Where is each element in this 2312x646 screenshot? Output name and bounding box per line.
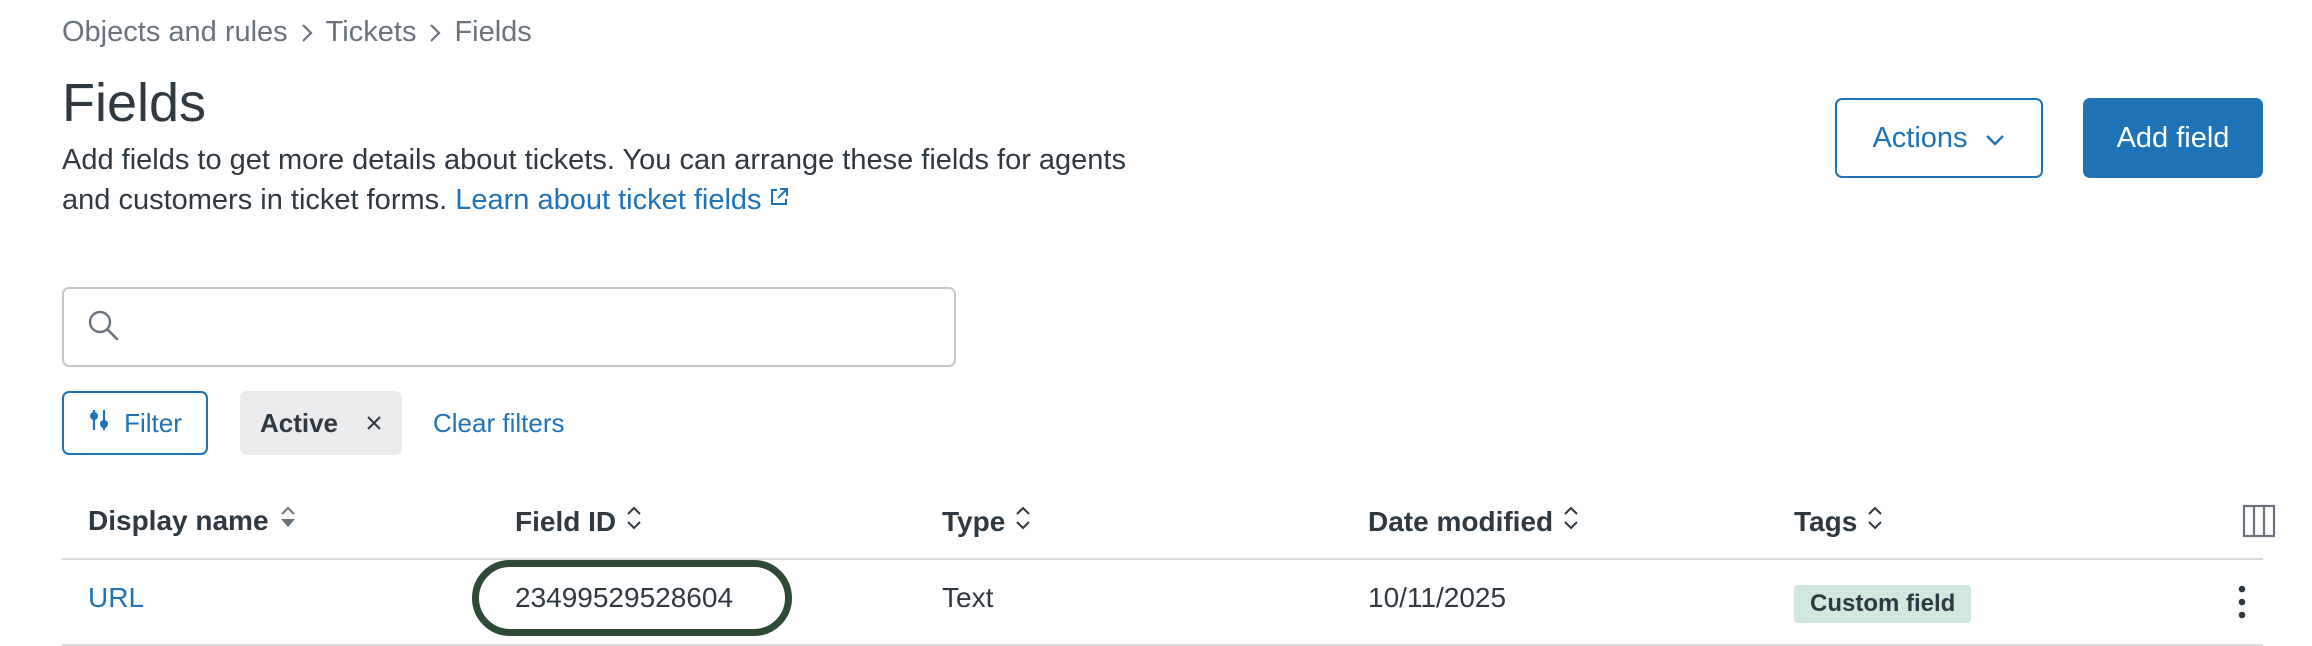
column-header-date-modified[interactable]: Date modified xyxy=(1368,504,1581,539)
learn-link-label: Learn about ticket fields xyxy=(455,184,762,216)
breadcrumb-tickets[interactable]: Tickets xyxy=(326,16,417,49)
chevron-down-icon xyxy=(1984,122,2006,155)
actions-dropdown-button[interactable]: Actions xyxy=(1835,98,2043,178)
field-id-value: 23499529528604 xyxy=(515,582,734,613)
breadcrumb: Objects and rules Tickets Fields xyxy=(62,16,532,49)
table-row: URL 23499529528604 Text 10/11/2025 Custo… xyxy=(62,560,2263,646)
table-header: Display name Field ID Type Date modified… xyxy=(62,490,2276,560)
page-description: Add fields to get more details about tic… xyxy=(62,140,1182,220)
search-icon xyxy=(86,308,120,347)
chevron-right-icon xyxy=(300,22,314,44)
column-label: Tags xyxy=(1794,505,1858,537)
column-header-tags[interactable]: Tags xyxy=(1794,504,1885,539)
sort-icon xyxy=(1561,504,1581,539)
column-header-field-id[interactable]: Field ID xyxy=(515,504,644,539)
column-label: Type xyxy=(942,505,1006,537)
search-input[interactable] xyxy=(134,297,954,357)
display-name-link[interactable]: URL xyxy=(88,582,144,614)
breadcrumb-objects-and-rules[interactable]: Objects and rules xyxy=(62,16,288,49)
row-overflow-menu-icon[interactable] xyxy=(2222,582,2262,622)
column-label: Field ID xyxy=(515,505,617,537)
page-title: Fields xyxy=(62,73,207,133)
column-header-display-name[interactable]: Display name xyxy=(88,504,299,537)
active-filter-chip: Active xyxy=(240,391,402,455)
sort-icon xyxy=(1013,504,1033,539)
sort-icon xyxy=(1865,504,1885,539)
learn-about-ticket-fields-link[interactable]: Learn about ticket fields xyxy=(455,184,789,216)
clear-filters-link[interactable]: Clear filters xyxy=(433,408,564,439)
active-chip-label: Active xyxy=(259,407,339,438)
date-modified-value: 10/11/2025 xyxy=(1368,582,1507,613)
type-value: Text xyxy=(942,582,994,613)
sort-descending-icon xyxy=(277,504,299,537)
tag-badge: Custom field xyxy=(1794,585,1972,623)
filter-button-label: Filter xyxy=(124,407,182,438)
column-header-type[interactable]: Type xyxy=(942,504,1033,539)
chevron-right-icon xyxy=(428,22,442,44)
column-label: Date modified xyxy=(1368,505,1554,537)
filter-sliders-icon xyxy=(88,408,110,439)
column-label: Display name xyxy=(88,504,269,536)
column-picker-icon[interactable] xyxy=(2242,504,2276,543)
breadcrumb-fields: Fields xyxy=(454,16,532,48)
external-link-icon xyxy=(768,179,790,219)
sort-icon xyxy=(624,504,644,539)
actions-button-label: Actions xyxy=(1872,121,1968,154)
remove-filter-close-icon[interactable] xyxy=(366,415,382,431)
search-box xyxy=(62,287,956,367)
add-field-button[interactable]: Add field xyxy=(2083,98,2263,178)
filter-button[interactable]: Filter xyxy=(62,391,208,455)
